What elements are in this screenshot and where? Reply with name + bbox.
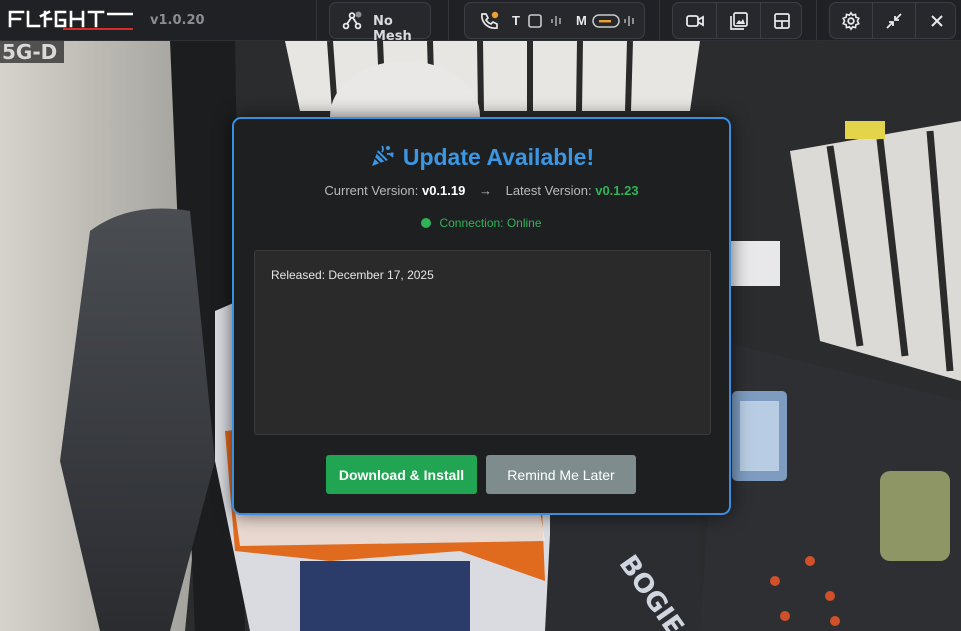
gallery-button[interactable] xyxy=(717,3,760,38)
dialog-title: Update Available! xyxy=(234,144,729,171)
media-toolbar xyxy=(672,2,802,39)
dialog-title-text: Update Available! xyxy=(402,144,595,170)
layout-icon xyxy=(774,12,790,29)
download-install-button[interactable]: Download & Install xyxy=(326,455,477,494)
toolbar-divider xyxy=(448,0,449,41)
camera-label: 5G-D xyxy=(0,41,64,63)
app-version: v1.0.20 xyxy=(150,13,205,28)
phone-call-button[interactable] xyxy=(475,3,503,38)
flight-logo xyxy=(8,10,133,30)
top-toolbar: v1.0.20 No Mesh T M xyxy=(0,0,961,44)
current-version-label: Current Version: xyxy=(324,183,419,198)
mesh-status-button[interactable]: No Mesh xyxy=(329,2,431,44)
release-notes-panel[interactable]: Released: December 17, 2025 xyxy=(254,250,711,435)
connection-status-text: Connection: Online xyxy=(439,216,542,230)
phone-icon xyxy=(480,11,499,29)
radio-m-signal-icon xyxy=(624,16,634,26)
toolbar-divider xyxy=(316,0,317,41)
update-dialog: Update Available! Current Version: v0.1.… xyxy=(232,117,731,515)
radio-status-panel: T M xyxy=(464,2,645,39)
radio-m-level-icon xyxy=(592,14,620,28)
latest-version-value: v0.1.23 xyxy=(595,183,639,198)
remind-me-later-button[interactable]: Remind Me Later xyxy=(486,455,636,494)
layout-button[interactable] xyxy=(761,3,803,38)
release-notes-text: Released: December 17, 2025 xyxy=(271,268,434,282)
version-info: Current Version: v0.1.19 → Latest Versio… xyxy=(234,183,729,198)
video-camera-button[interactable] xyxy=(673,3,716,38)
toolbar-divider xyxy=(816,0,817,41)
system-toolbar xyxy=(829,2,956,39)
party-popper-icon xyxy=(371,145,394,166)
toolbar-divider xyxy=(659,0,660,41)
radio-t-display-icon xyxy=(528,14,542,28)
gallery-icon xyxy=(729,11,748,30)
minimize-arrows-icon xyxy=(886,12,902,29)
close-button[interactable] xyxy=(916,3,957,38)
current-version-value: v0.1.19 xyxy=(421,183,466,198)
mesh-network-icon xyxy=(340,3,364,38)
radio-t-label: T xyxy=(512,13,520,28)
radio-m-label: M xyxy=(576,13,587,28)
settings-gear-icon xyxy=(842,10,860,31)
latest-version-label: Latest Version: xyxy=(505,183,592,198)
video-camera-icon xyxy=(685,14,704,27)
close-icon xyxy=(930,14,943,27)
minimize-button[interactable] xyxy=(873,3,915,38)
radio-t-signal-icon xyxy=(551,16,561,26)
settings-button[interactable] xyxy=(830,3,872,38)
mesh-status-label: No Mesh xyxy=(373,14,412,44)
version-arrow: → xyxy=(478,183,492,198)
connection-status: Connection: Online xyxy=(234,216,729,230)
status-dot-icon xyxy=(421,218,432,228)
